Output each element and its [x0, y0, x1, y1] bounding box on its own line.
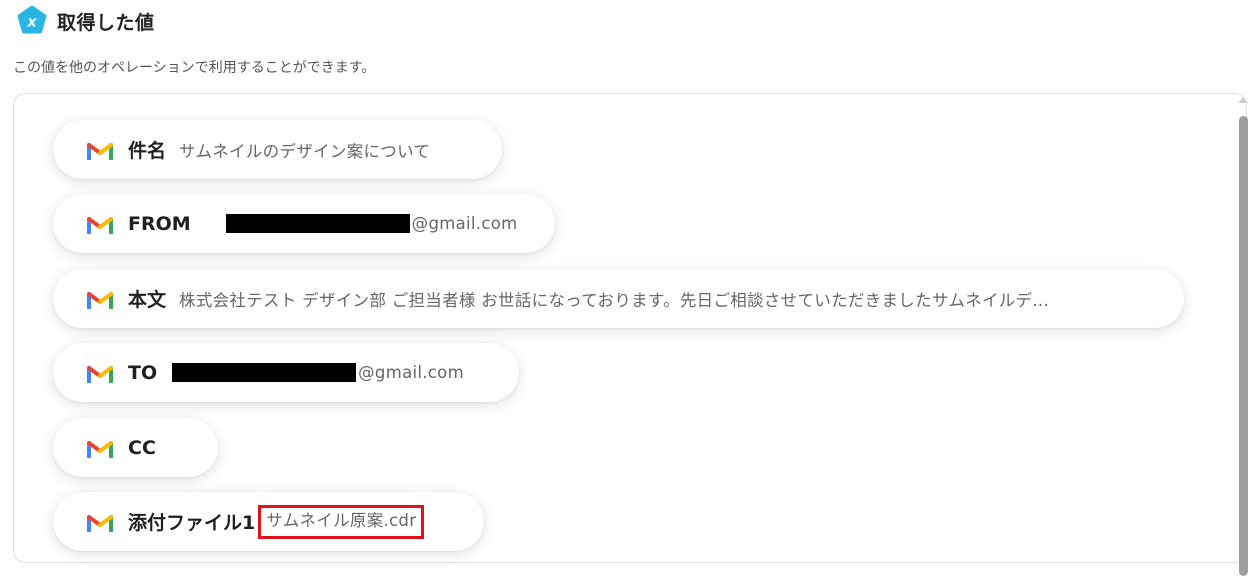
gmail-icon — [87, 142, 113, 160]
value-item-cc[interactable]: CC — [53, 418, 218, 477]
variable-x-icon: x — [16, 5, 48, 37]
item-label: 添付ファイル1 — [128, 512, 256, 534]
scrollbar-thumb[interactable] — [1239, 116, 1248, 576]
item-label: TO — [128, 361, 158, 384]
item-value: 株式会社テスト デザイン部 ご担当者様 お世話になっております。先日ご相談させて… — [179, 290, 1049, 310]
value-item-body[interactable]: 本文 株式会社テスト デザイン部 ご担当者様 お世話になっております。先日ご相談… — [53, 269, 1184, 328]
gmail-icon — [87, 440, 113, 458]
gmail-icon — [87, 216, 113, 234]
item-value: サムネイルのデザイン案について — [179, 141, 431, 161]
item-value: @gmail.com — [358, 363, 464, 382]
value-item-from[interactable]: FROM @gmail.com — [53, 194, 555, 253]
redaction-bar — [172, 363, 357, 382]
value-item-to[interactable]: TO @gmail.com — [53, 343, 519, 402]
section-description: この値を他のオペレーションで利用することができます。 — [13, 60, 376, 76]
value-item-subject[interactable]: 件名 サムネイルのデザイン案について — [53, 120, 502, 179]
value-item-attachment[interactable]: 添付ファイル1 サムネイル原案.cdr — [53, 492, 484, 551]
section-title: 取得した値 — [57, 11, 155, 34]
item-label: CC — [128, 436, 156, 459]
gmail-icon — [87, 365, 113, 383]
item-value: @gmail.com — [411, 214, 518, 233]
item-value-highlighted: サムネイル原案.cdr — [258, 504, 425, 539]
gmail-icon — [87, 291, 113, 309]
item-label: FROM — [128, 212, 191, 235]
section-header: x 取得した値 — [16, 5, 155, 37]
scrollbar[interactable] — [1235, 94, 1251, 576]
redaction-bar — [225, 214, 410, 233]
scroll-up-icon[interactable] — [1238, 97, 1248, 103]
gmail-icon — [87, 514, 113, 532]
item-label: 件名 — [128, 140, 167, 162]
values-panel: 件名 サムネイルのデザイン案について FROM @gmail.com 本文 株式… — [13, 93, 1248, 576]
item-label: 本文 — [128, 289, 167, 311]
svg-text:x: x — [26, 15, 37, 31]
